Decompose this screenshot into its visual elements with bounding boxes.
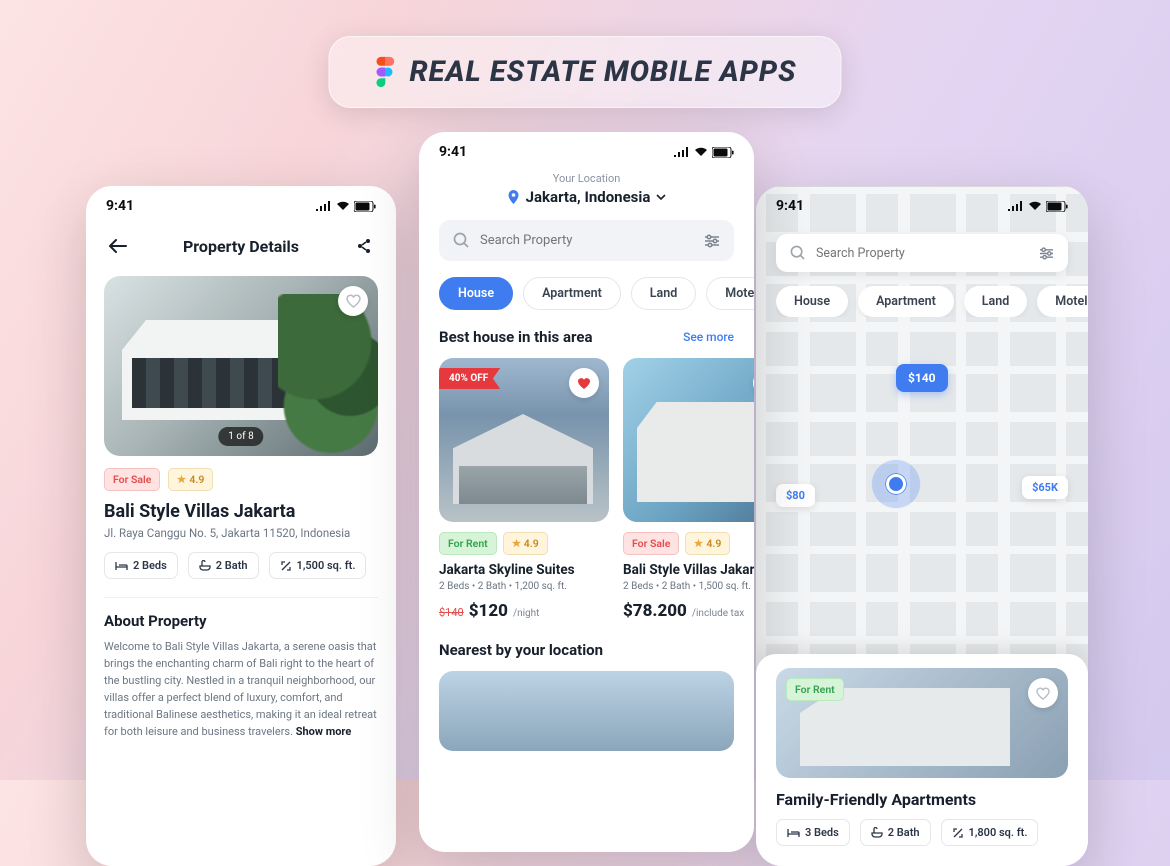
spec-beds: 3 Beds xyxy=(776,819,850,846)
category-chips: House Apartment Land Motels xyxy=(439,277,754,310)
section-header-2: Nearest by your location xyxy=(439,641,734,659)
price-unit: /include tax xyxy=(692,608,744,619)
property-card-preview[interactable] xyxy=(439,671,734,751)
favorite-button[interactable] xyxy=(338,286,368,316)
price-row: $78.200 /include tax xyxy=(623,601,754,621)
spec-row: 2 Beds 2 Bath 1,500 sq. ft. xyxy=(104,552,378,579)
section-title: Nearest by your location xyxy=(439,641,603,659)
card-title: Family-Friendly Apartments xyxy=(776,790,1068,809)
chip-house[interactable]: House xyxy=(439,277,513,310)
search-bar[interactable] xyxy=(439,220,734,261)
status-bar: 9:41 xyxy=(86,186,396,222)
figma-icon xyxy=(373,56,395,88)
banner: REAL ESTATE MOBILE APPS xyxy=(328,36,841,108)
tag-row: For Sale 4.9 xyxy=(104,468,378,491)
price-unit: /night xyxy=(513,608,539,619)
rating-tag: 4.9 xyxy=(685,532,730,555)
search-input[interactable] xyxy=(480,233,694,248)
card-image: For Rent xyxy=(776,668,1068,778)
image-counter: 1 of 8 xyxy=(218,427,263,446)
status-bar: 9:41 xyxy=(756,186,1088,222)
about-body: Welcome to Bali Style Villas Jakarta, a … xyxy=(104,638,378,740)
screen-property-details: 9:41 Property Details 1 of 8 For Sale 4.… xyxy=(86,186,396,866)
back-button[interactable] xyxy=(104,232,132,260)
section-title: Best house in this area xyxy=(439,328,592,346)
header: Property Details xyxy=(86,222,396,270)
discount-ribbon: 40% OFF xyxy=(439,368,500,389)
favorite-button[interactable] xyxy=(753,368,754,398)
status-bar: 9:41 xyxy=(419,132,754,168)
location-selector[interactable]: Jakarta, Indonesia xyxy=(419,188,754,206)
screen-home: 9:41 Your Location Jakarta, Indonesia Ho… xyxy=(419,132,754,852)
see-more-link[interactable]: See more xyxy=(683,330,734,344)
chip-apartment[interactable]: Apartment xyxy=(523,277,621,310)
favorite-button[interactable] xyxy=(569,368,599,398)
spec-row: 3 Beds 2 Bath 1,800 sq. ft. xyxy=(776,819,1068,846)
chevron-down-icon xyxy=(656,194,666,200)
chip-apartment[interactable]: Apartment xyxy=(858,286,954,317)
card-image xyxy=(623,358,754,522)
property-address: Jl. Raya Canggu No. 5, Jakarta 11520, In… xyxy=(104,526,378,540)
status-icons xyxy=(674,147,734,158)
chip-house[interactable]: House xyxy=(776,286,848,317)
card-title: Jakarta Skyline Suites xyxy=(439,562,609,578)
sale-tag: For Sale xyxy=(104,468,160,491)
search-input[interactable] xyxy=(816,246,1029,261)
rent-tag: For Rent xyxy=(439,532,497,555)
show-more-link[interactable]: Show more xyxy=(296,725,352,738)
chip-land[interactable]: Land xyxy=(631,277,697,310)
about-heading: About Property xyxy=(104,612,378,630)
section-header: Best house in this area See more xyxy=(439,328,734,346)
chip-land[interactable]: Land xyxy=(964,286,1028,317)
chip-motels[interactable]: Motels xyxy=(706,277,754,310)
card-image: 40% OFF xyxy=(439,358,609,522)
price-row: $140 $120 /night xyxy=(439,601,609,621)
property-title: Bali Style Villas Jakarta xyxy=(104,501,378,522)
status-time: 9:41 xyxy=(106,198,134,214)
spec-area: 1,800 sq. ft. xyxy=(941,819,1039,846)
divider xyxy=(104,597,378,598)
pin-icon xyxy=(507,190,520,205)
search-icon xyxy=(453,232,470,249)
map-price-chip[interactable]: $80 xyxy=(776,484,815,507)
price: $78.200 xyxy=(623,601,687,621)
property-card[interactable]: For Sale 4.9 Bali Style Villas Jakarta 2… xyxy=(623,358,754,621)
hero-image[interactable]: 1 of 8 xyxy=(104,276,378,456)
card-sub: 2 Beds • 2 Bath • 1,200 sq. ft. xyxy=(439,581,609,592)
page-title: Property Details xyxy=(183,237,299,256)
category-chips: House Apartment Land Motels xyxy=(776,286,1088,317)
card-title: Bali Style Villas Jakarta xyxy=(623,562,754,578)
rating-tag: 4.9 xyxy=(503,532,548,555)
spec-beds: 2 Beds xyxy=(104,552,178,579)
spec-area: 1,500 sq. ft. xyxy=(269,552,367,579)
rating-tag: 4.9 xyxy=(168,468,213,491)
status-icons xyxy=(1008,201,1068,212)
status-time: 9:41 xyxy=(439,144,467,160)
status-icons xyxy=(316,201,376,212)
card-sub: 2 Beds • 2 Bath • 1,500 sq. ft. xyxy=(623,581,754,592)
spec-bath: 2 Bath xyxy=(860,819,931,846)
map-price-pin[interactable]: $140 xyxy=(896,364,948,392)
property-card[interactable]: 40% OFF For Rent 4.9 Jakarta Skyline Sui… xyxy=(439,358,609,621)
favorite-button[interactable] xyxy=(1028,678,1058,708)
price: $120 xyxy=(469,601,508,621)
current-location-dot xyxy=(868,456,924,512)
spec-bath: 2 Bath xyxy=(188,552,259,579)
filter-icon[interactable] xyxy=(704,234,720,248)
rent-tag: For Rent xyxy=(786,678,844,701)
search-bar[interactable] xyxy=(776,234,1068,272)
old-price: $140 xyxy=(439,606,464,619)
share-button[interactable] xyxy=(350,232,378,260)
location-label: Your Location xyxy=(419,172,754,185)
card-row: 40% OFF For Rent 4.9 Jakarta Skyline Sui… xyxy=(439,358,754,621)
banner-title: REAL ESTATE MOBILE APPS xyxy=(409,55,796,89)
map-price-chip[interactable]: $65K xyxy=(1022,476,1068,499)
chip-motels[interactable]: Motels xyxy=(1037,286,1088,317)
map-result-card[interactable]: For Rent Family-Friendly Apartments 3 Be… xyxy=(756,654,1088,866)
filter-icon[interactable] xyxy=(1039,247,1054,260)
search-icon xyxy=(790,245,806,261)
sale-tag: For Sale xyxy=(623,532,679,555)
screen-map: 9:41 House Apartment Land Motels $140 $8… xyxy=(756,186,1088,866)
status-time: 9:41 xyxy=(776,198,804,214)
